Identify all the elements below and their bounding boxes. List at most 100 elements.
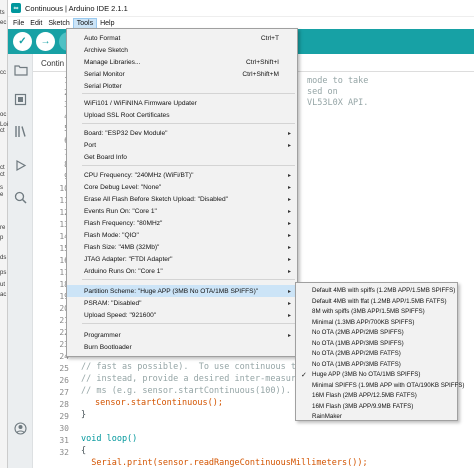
submenu-arrow-icon: ▸ [287, 244, 291, 251]
tools-item-serial-monitor[interactable]: Serial Monitor Ctrl+Shift+M [67, 68, 297, 80]
submenu-arrow-icon: ▸ [287, 184, 291, 191]
menu-item-label: Flash Mode: "QIO" [84, 231, 139, 239]
tools-item-port[interactable]: Port ▸ [67, 139, 297, 151]
submenu-arrow-icon: ▸ [287, 172, 291, 179]
tools-item-partition-scheme-huge[interactable]: Partition Scheme: "Huge APP (3MB No OTA/… [67, 285, 297, 297]
background-text: ct [0, 172, 5, 178]
partition-option[interactable]: No OTA (2MB APP/2MB SPIFFS) [296, 327, 457, 338]
submenu-arrow-icon: ▸ [287, 300, 291, 307]
menu-item-label: Burn Bootloader [84, 343, 132, 351]
partition-option[interactable]: 16M Flash (3MB APP/9.9MB FATFS) [296, 401, 457, 412]
submenu-arrow-icon: ▸ [287, 288, 291, 295]
tools-item-get-board-info[interactable]: Get Board Info [67, 151, 297, 163]
sidebar [8, 54, 33, 468]
menu-item-label: Arduino Runs On: "Core 1" [84, 267, 163, 275]
tools-item-core-debug-level[interactable]: Core Debug Level: "None" ▸ [67, 181, 297, 193]
partition-option-label: No OTA (1MB APP/3MB SPIFFS) [312, 339, 404, 347]
partition-option-label: 8M with spiffs (3MB APP/1.5MB SPIFFS) [312, 308, 425, 315]
menu-item-label: Board: "ESP32 Dev Module" [84, 129, 168, 137]
tab-sketch[interactable]: Contin [41, 59, 64, 68]
menu-item-label: Port [84, 141, 97, 149]
menu-item-label: Flash Frequency: "80MHz" [84, 219, 163, 227]
menu-item-shortcut: Ctrl+Shift+M [242, 70, 279, 78]
background-text: ds [0, 255, 7, 261]
menu-help[interactable]: Help [97, 18, 117, 29]
partition-option[interactable]: Minimal (1.3MB APP/700KB SPIFFS) [296, 317, 457, 328]
code-line: // instead, provide a desired inter-meas… [81, 374, 302, 384]
tools-item-arduino-runs-on[interactable]: Arduino Runs On: "Core 1" ▸ [67, 265, 297, 277]
code-line: // fast as possible). To use continuous … [81, 362, 296, 372]
partition-option[interactable]: 8M with spiffs (3MB APP/1.5MB SPIFFS) [296, 306, 457, 317]
partition-option-label: Huge APP (3MB No OTA/1MB SPIFFS) [312, 371, 421, 378]
tools-item-wifi101-wifinina-firmware[interactable]: WiFi101 / WiFiNINA Firmware Updater [67, 97, 297, 109]
tools-item-cpu-frequency-240mhz[interactable]: CPU Frequency: "240MHz (WiFi/BT)" ▸ [67, 169, 297, 181]
partition-option-label: Default 4MB with spiffs (1.2MB APP/1.5MB… [312, 287, 456, 294]
partition-option[interactable]: No OTA (2MB APP/2MB FATFS) [296, 348, 457, 359]
upload-button[interactable]: → [36, 32, 55, 51]
partition-option[interactable]: RainMaker [296, 411, 457, 422]
menu-separator [82, 123, 295, 124]
code-line: Serial.print(sensor.readRangeContinuousM… [81, 458, 368, 468]
background-text: s [0, 185, 3, 191]
menu-item-label: Programmer [84, 331, 121, 339]
menu-item-label: Core Debug Level: "None" [84, 183, 162, 191]
verify-button[interactable]: ✓ [13, 32, 32, 51]
menu-item-label: Archive Sketch [84, 46, 128, 54]
tools-item-auto-format[interactable]: Auto Format Ctrl+T [67, 32, 297, 44]
tools-item-upload-speed-921600[interactable]: Upload Speed: "921600" ▸ [67, 309, 297, 321]
code-fragment: VL53L0X API. [307, 98, 369, 108]
tools-item-events-run-on[interactable]: Events Run On: "Core 1" ▸ [67, 205, 297, 217]
tools-item-psram-disabled[interactable]: PSRAM: "Disabled" ▸ [67, 297, 297, 309]
menu-edit[interactable]: Edit [27, 18, 45, 29]
tools-item-programmer[interactable]: Programmer ▸ [67, 329, 297, 341]
background-text: p [0, 235, 4, 241]
account-icon[interactable] [13, 421, 28, 436]
partition-option[interactable]: 16M Flash (2MB APP/12.5MB FATFS) [296, 390, 457, 401]
partition-option-label: 16M Flash (2MB APP/12.5MB FATFS) [312, 392, 417, 399]
submenu-arrow-icon: ▸ [287, 142, 291, 149]
menu-tools[interactable]: Tools [72, 17, 98, 29]
tools-item-upload-ssl-root[interactable]: Upload SSL Root Certificates [67, 109, 297, 121]
menu-file[interactable]: File [10, 18, 27, 29]
tools-item-flash-mode-qio[interactable]: Flash Mode: "QIO" ▸ [67, 229, 297, 241]
tools-item-erase-all-flash[interactable]: Erase All Flash Before Sketch Upload: "D… [67, 193, 297, 205]
partition-option-label: No OTA (2MB APP/2MB FATFS) [312, 350, 401, 357]
menu-sketch[interactable]: Sketch [45, 18, 72, 29]
background-text: ct [0, 128, 5, 134]
library-icon[interactable] [13, 124, 28, 139]
board-icon[interactable] [13, 92, 28, 107]
tools-item-manage-libraries[interactable]: Manage Libraries... Ctrl+Shift+I [67, 56, 297, 68]
tools-item-serial-plotter[interactable]: Serial Plotter [67, 80, 297, 92]
menu-separator [82, 323, 295, 324]
debug-sidebar-icon[interactable] [13, 158, 28, 173]
tools-item-flash-frequency-80mhz[interactable]: Flash Frequency: "80MHz" ▸ [67, 217, 297, 229]
tools-item-board-esp32-dev[interactable]: Board: "ESP32 Dev Module" ▸ [67, 127, 297, 139]
submenu-arrow-icon: ▸ [287, 232, 291, 239]
menu-item-label: JTAG Adapter: "FTDI Adapter" [84, 255, 173, 263]
tools-item-archive-sketch[interactable]: Archive Sketch [67, 44, 297, 56]
menu-item-shortcut: Ctrl+T [260, 34, 279, 42]
submenu-arrow-icon: ▸ [287, 196, 291, 203]
background-text: cc [0, 70, 6, 76]
tools-item-flash-size-4mb[interactable]: Flash Size: "4MB (32Mb)" ▸ [67, 241, 297, 253]
tools-item-jtag-adapter-ftdi[interactable]: JTAG Adapter: "FTDI Adapter" ▸ [67, 253, 297, 265]
code-line: // ms (e.g. sensor.startContinuous(100))… [81, 386, 291, 396]
partition-option-label: No OTA (2MB APP/2MB SPIFFS) [312, 329, 404, 336]
partition-option[interactable]: ✓ Huge APP (3MB No OTA/1MB SPIFFS) [296, 369, 457, 380]
tools-item-burn-bootloader[interactable]: Burn Bootloader [67, 341, 297, 353]
background-text: ec [0, 20, 7, 26]
line-number: 26 [59, 376, 69, 385]
partition-option[interactable]: Default 4MB with spiffs (1.2MB APP/1.5MB… [296, 285, 457, 296]
folder-icon[interactable] [13, 62, 28, 77]
line-number: 30 [59, 424, 69, 433]
partition-option[interactable]: Minimal SPIFFS (1.9MB APP with OTA/190KB… [296, 380, 464, 391]
menu-separator [82, 165, 295, 166]
partition-option[interactable]: Default 4MB with ffat (1.2MB APP/1.5MB F… [296, 296, 457, 307]
partition-option[interactable]: No OTA (1MB APP/3MB FATFS) [296, 359, 457, 370]
background-text: ut [0, 282, 6, 288]
search-icon[interactable] [13, 190, 28, 205]
partition-option[interactable]: No OTA (1MB APP/3MB SPIFFS) [296, 338, 457, 349]
menu-item-label: Serial Plotter [84, 82, 122, 90]
partition-option-label: RainMaker [312, 413, 342, 420]
background-text: e [0, 192, 4, 198]
